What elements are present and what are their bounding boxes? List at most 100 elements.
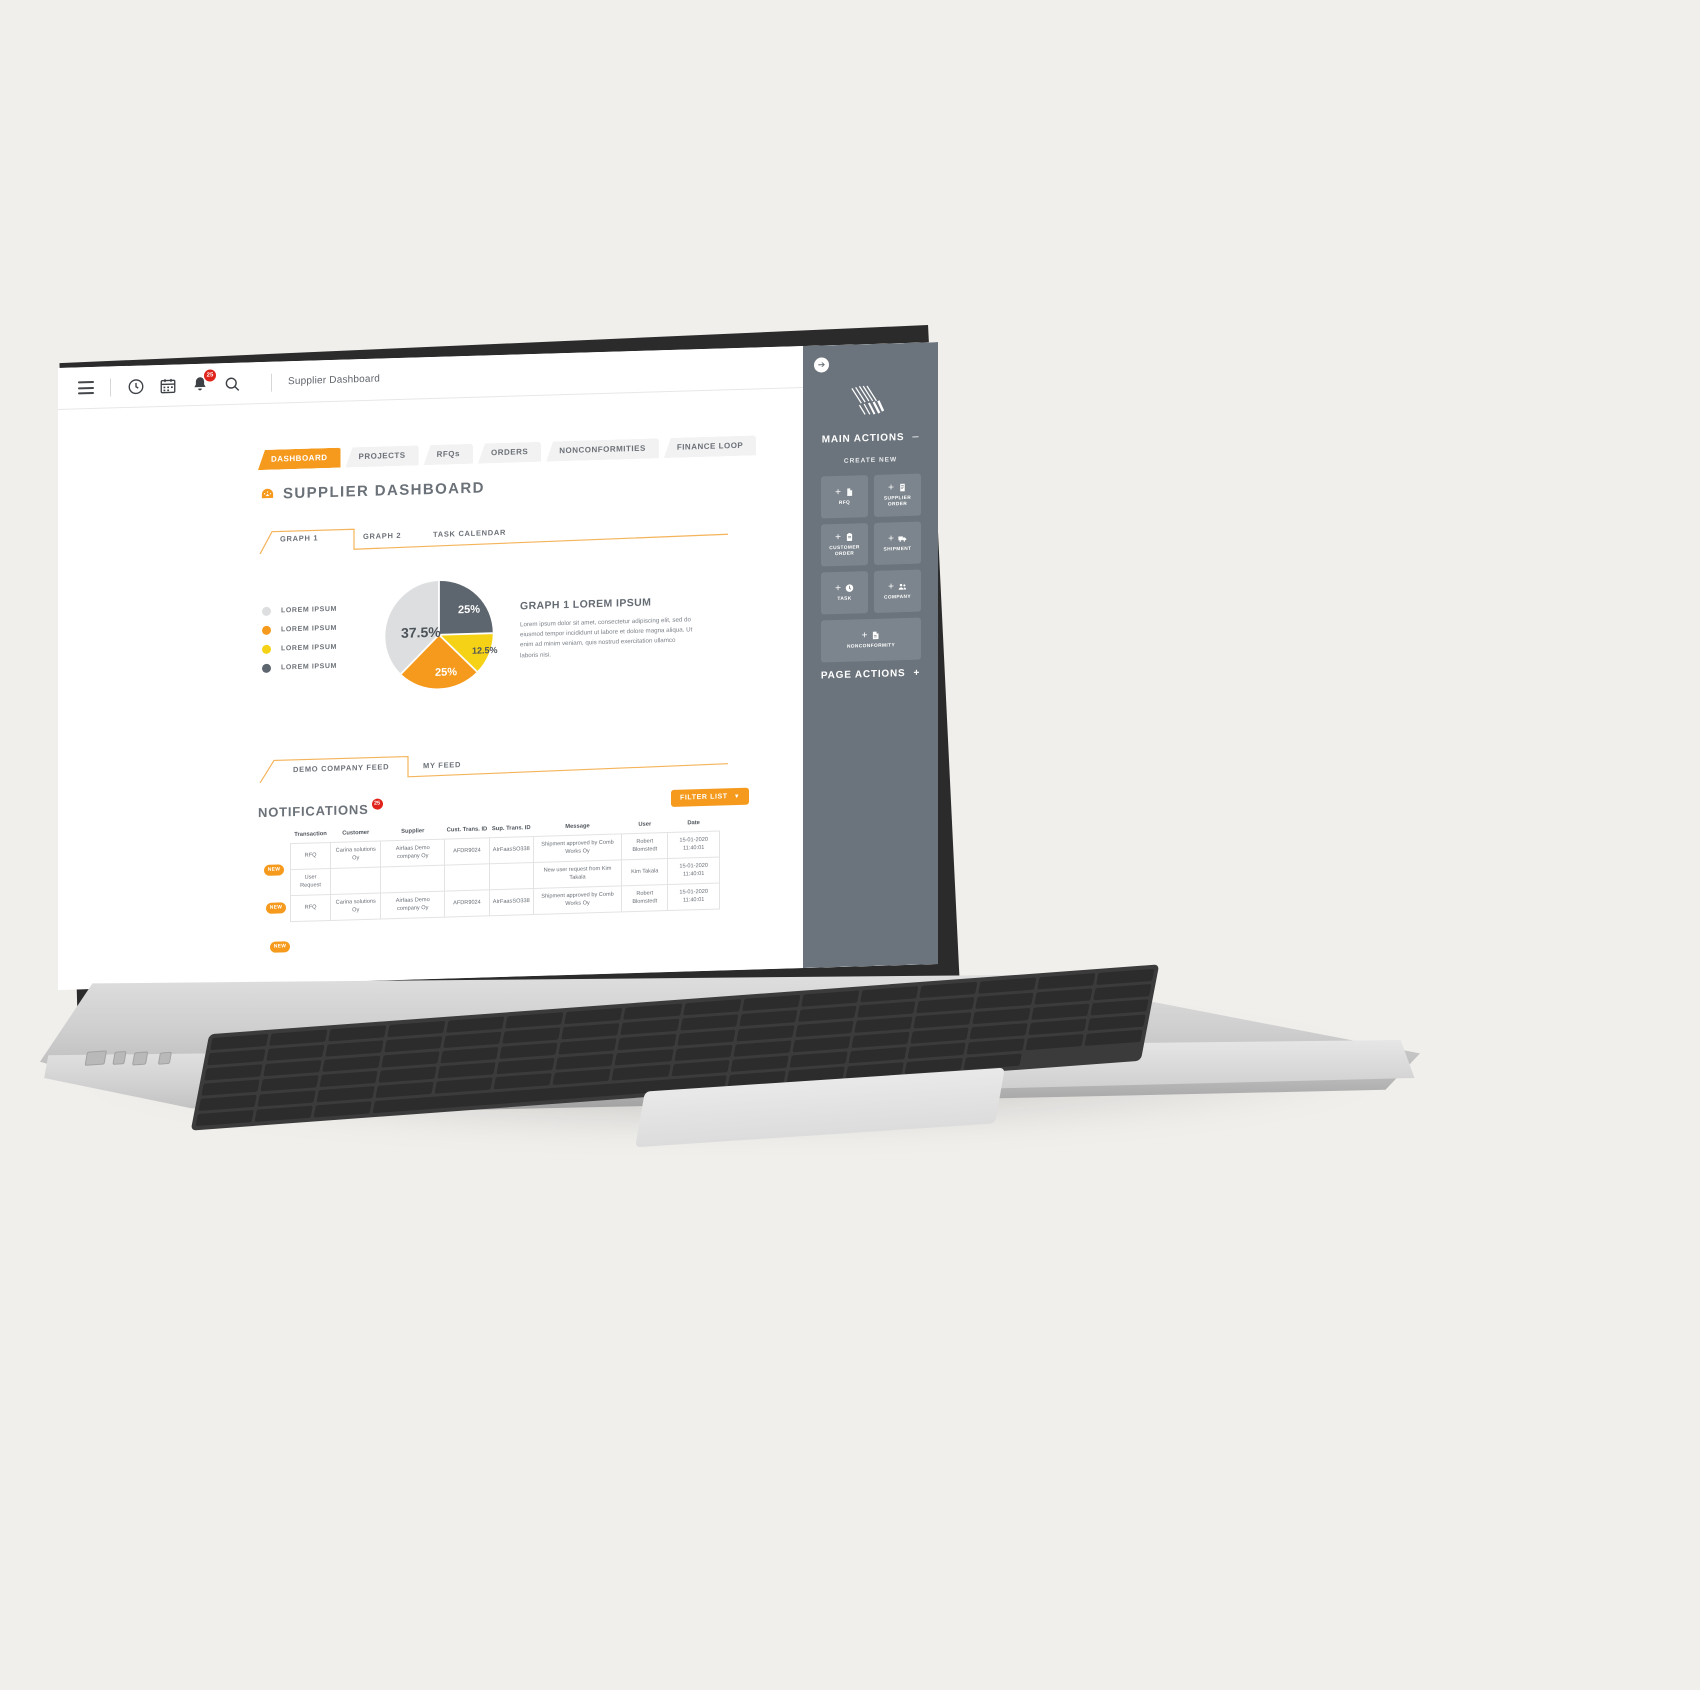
create-shipment-label: SHIPMENT [883,546,912,553]
cell-supplier [380,865,445,894]
main-actions-header[interactable]: MAIN ACTIONS – [803,430,938,446]
page-title: SUPPLIER DASHBOARD [260,479,485,503]
truck-icon [898,534,907,543]
legend-swatch [262,606,271,616]
col-sup-trans-id: Sup. Trans. ID [491,825,531,833]
new-badge: NEW [270,941,290,953]
gauge-icon [260,487,275,502]
cell-transaction: User Request [290,868,331,896]
laptop-ports [76,1035,205,1094]
feed-tab-bar: DEMO COMPANY FEED MY FEED [258,745,728,785]
pie-label-dark: 25% [458,603,481,617]
notifications-count-badge: 25 [371,798,383,810]
airfaas-logo [848,384,886,419]
cell-cust-trans-id [444,863,490,892]
cell-sup-trans-id: AIrFaasSO338 [489,836,534,864]
plus-icon: + [888,481,894,494]
cell-message: New user request from Kim Takala [533,859,622,889]
legend-item: LOREM IPSUM [262,624,337,635]
plus-icon: + [888,580,894,593]
feed-tab-my-feed[interactable]: MY FEED [423,760,461,770]
page-title-text: SUPPLIER DASHBOARD [283,479,485,503]
create-shipment-button[interactable]: + SHIPMENT [874,521,921,565]
chevron-down-icon: ▼ [733,793,741,800]
report-icon [871,631,880,640]
pie-label-orange: 25% [435,666,458,679]
page-actions-label: PAGE ACTIONS [820,667,906,682]
cell-customer [330,867,381,895]
notifications-header: NOTIFICATIONS 25 [258,798,383,821]
cell-sup-trans-id [489,862,534,890]
create-customer-order-button[interactable]: + CUSTOMER ORDER [821,523,868,567]
main-tab-bar: DASHBOARD PROJECTS RFQs ORDERS NONCONFOR… [258,435,761,470]
bell-badge: 25 [204,368,216,382]
plus-icon: + [888,532,894,545]
plus-icon: + [913,667,921,679]
right-sidebar: ➔ MAIN ACTIONS – CREATE NEW + RFQ + SUPP… [803,342,938,969]
clock-icon[interactable] [127,377,145,396]
create-customer-order-label: CUSTOMER ORDER [829,544,860,557]
minus-icon: – [912,430,920,443]
legend-label: LOREM IPSUM [281,662,337,672]
col-customer: Customer [342,829,370,837]
clipboard-icon [845,533,854,542]
cell-user: Robert Blomstedt [621,832,668,860]
create-supplier-order-label: SUPPLIER ORDER [883,495,912,508]
plus-icon: + [835,531,841,543]
create-rfq-button[interactable]: + RFQ [821,475,868,519]
create-task-button[interactable]: + TASK [821,571,868,615]
filter-list-button[interactable]: FILTER LIST ▼ [671,787,750,807]
hamburger-icon[interactable] [78,380,94,395]
cell-cust-trans-id: AFDR9024 [444,837,490,866]
graph-tab-1[interactable]: GRAPH 1 [280,533,318,543]
legend-label: LOREM IPSUM [281,624,337,634]
screenshot-stage: 25 Supplier Dashboard DASHBOARD PROJECTS… [0,0,1700,1690]
graph-description-body: Lorem ipsum dolor sit amet, consectetur … [520,616,693,660]
legend-item: LOREM IPSUM [262,662,337,673]
tab-finance-loop[interactable]: FINANCE LOOP [664,435,756,458]
cell-sup-trans-id: AIrFaasSO338 [489,888,534,917]
cell-date: 15-01-2020 11:40:01 [667,830,720,859]
legend-item: LOREM IPSUM [262,605,337,616]
tab-nonconformities[interactable]: NONCONFORMITIES [546,438,659,461]
new-badge: NEW [264,864,284,876]
legend-label: LOREM IPSUM [281,605,337,615]
cell-date: 15-01-2020 11:40:01 [667,883,720,911]
calendar-icon[interactable] [159,376,177,395]
breadcrumb: Supplier Dashboard [288,373,380,388]
create-task-label: TASK [837,596,852,602]
pie-label-light: 37.5% [401,623,441,641]
graph-tab-2[interactable]: GRAPH 2 [363,531,401,541]
cell-transaction: RFQ [290,894,331,922]
bell-icon[interactable]: 25 [191,368,216,394]
legend-swatch [262,663,271,673]
page-actions-header[interactable]: PAGE ACTIONS + [803,667,938,682]
create-nonconformity-button[interactable]: + NONCONFORMITY [821,617,921,663]
notifications-title: NOTIFICATIONS [258,801,369,821]
tab-dashboard[interactable]: DASHBOARD [258,448,341,470]
tab-orders[interactable]: ORDERS [478,442,541,464]
create-company-button[interactable]: + COMPANY [874,569,921,613]
cell-supplier: Airfaas Demo company Oy [380,891,445,920]
plus-icon: + [835,582,841,594]
create-new-buttons: + RFQ + SUPPLIER ORDER + CUSTOMER ORDER … [821,473,921,663]
cell-transaction: RFQ [290,842,331,870]
cell-user: Kim Takala [621,858,668,887]
tab-rfqs[interactable]: RFQs [424,444,473,465]
cell-user: Robert Blomstedt [621,884,668,913]
arrow-right-circle-icon[interactable]: ➔ [814,357,829,373]
create-new-label: CREATE NEW [843,456,898,465]
new-badge: NEW [266,902,286,914]
tab-projects[interactable]: PROJECTS [346,445,419,467]
laptop-screen: 25 Supplier Dashboard DASHBOARD PROJECTS… [58,342,938,990]
graph-description-heading: GRAPH 1 LOREM IPSUM [520,596,652,613]
pie-label-yellow: 12.5% [472,645,498,656]
create-company-label: COMPANY [884,594,911,601]
cell-cust-trans-id: AFDR9024 [444,889,490,918]
create-supplier-order-button[interactable]: + SUPPLIER ORDER [874,473,921,517]
search-icon[interactable] [223,374,241,393]
create-rfq-label: RFQ [838,500,851,506]
legend-swatch [262,625,271,635]
people-icon [898,582,907,591]
graph-description: GRAPH 1 LOREM IPSUM Lorem ipsum dolor si… [520,595,695,661]
